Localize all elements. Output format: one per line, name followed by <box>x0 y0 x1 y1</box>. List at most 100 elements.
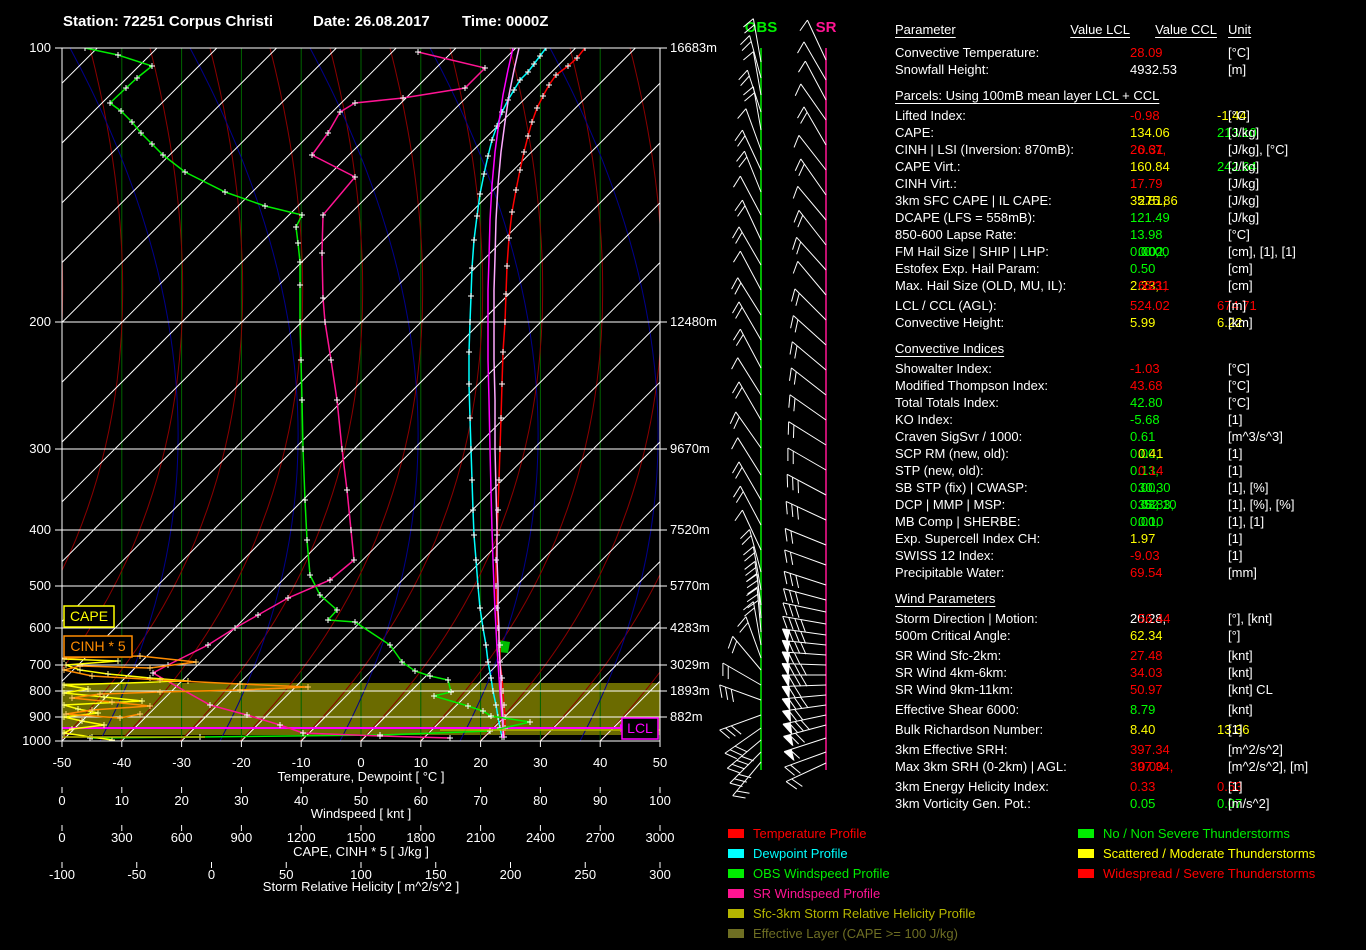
value-part: 524.02 <box>1130 298 1170 313</box>
svg-text:CAPE, CINH * 5 [ J/kg ]: CAPE, CINH * 5 [ J/kg ] <box>293 844 429 859</box>
svg-text:7520m: 7520m <box>670 522 710 537</box>
svg-text:200: 200 <box>500 867 522 882</box>
table-row: STP (new, old):0.13,0.14[1] <box>895 463 1366 480</box>
svg-text:CINH * 5: CINH * 5 <box>70 638 125 654</box>
param-label: 3km Energy Helicity Index: <box>895 779 1049 794</box>
value-part: 0.61 <box>1130 429 1155 444</box>
sr-windspeed-profile <box>150 49 488 741</box>
param-label: SB STP (fix) | CWASP: <box>895 480 1028 495</box>
unit-label: [1] <box>1228 779 1242 794</box>
svg-text:0: 0 <box>58 830 65 845</box>
param-label: Total Totals Index: <box>895 395 999 410</box>
legend-swatch <box>728 829 744 838</box>
table-row: Storm Direction | Motion:20.28,56.44[°],… <box>895 611 1366 628</box>
svg-text:4283m: 4283m <box>670 620 710 635</box>
param-label: Estofex Exp. Hail Param: <box>895 261 1040 276</box>
param-label: 3km Effective SRH: <box>895 742 1007 757</box>
cape-label: CAPE <box>64 606 114 627</box>
table-row: FM Hail Size | SHIP | LHP:0.00,0.02,0.00… <box>895 244 1366 261</box>
unit-label: [1], [%] <box>1228 480 1268 495</box>
param-label: Bulk Richardson Number: <box>895 722 1043 737</box>
value-part: 0.50 <box>1130 261 1155 276</box>
param-label: Max 3km SRH (0-2km) | AGL: <box>895 759 1067 774</box>
value-part: 0.31 <box>1138 142 1163 157</box>
svg-text:40: 40 <box>294 793 308 808</box>
param-label: STP (new, old): <box>895 463 984 478</box>
legend-label: Widespread / Severe Thunderstorms <box>1103 866 1315 881</box>
svg-text:500: 500 <box>29 578 51 593</box>
param-label: Craven SigSvr / 1000: <box>895 429 1022 444</box>
svg-text:LCL: LCL <box>627 720 653 736</box>
param-label: 3km SFC CAPE | IL CAPE: <box>895 193 1052 208</box>
svg-text:882m: 882m <box>670 709 703 724</box>
legend-swatch <box>1078 829 1094 838</box>
value-part: 34.03 <box>1130 665 1163 680</box>
table-row: SB STP (fix) | CWASP:0.00,30.30[1], [%] <box>895 480 1366 497</box>
table-row: Showalter Index:-1.03[°C] <box>895 361 1366 378</box>
sr-wind-barb-column: SR <box>782 19 837 789</box>
svg-text:1200: 1200 <box>287 830 316 845</box>
unit-label: [m^2/s^2], [m] <box>1228 759 1308 774</box>
svg-text:400: 400 <box>29 522 51 537</box>
legend-label: Scattered / Moderate Thunderstorms <box>1103 846 1315 861</box>
value-part: 27.48 <box>1130 648 1163 663</box>
svg-text:3000: 3000 <box>646 830 675 845</box>
legend-item: Dewpoint Profile <box>728 843 976 863</box>
table-row: DCAPE (LFS = 558mB):121.49[J/kg] <box>895 210 1366 227</box>
param-label: Showalter Index: <box>895 361 992 376</box>
param-label: CINH | LSI (Inversion: 870mB): <box>895 142 1074 157</box>
svg-text:CAPE: CAPE <box>70 608 108 624</box>
legend-swatch <box>1078 849 1094 858</box>
legend-label: Dewpoint Profile <box>753 846 848 861</box>
svg-text:100: 100 <box>649 793 671 808</box>
svg-text:50: 50 <box>653 755 667 770</box>
svg-text:3029m: 3029m <box>670 657 710 672</box>
value-part: 121.49 <box>1130 210 1170 225</box>
header-parameter: Parameter <box>895 22 956 37</box>
svg-text:Temperature, Dewpoint [ °C ]: Temperature, Dewpoint [ °C ] <box>277 769 444 784</box>
table-row: Snowfall Height:4932.53[m] <box>895 62 1366 79</box>
legend-swatch <box>728 869 744 878</box>
unit-label: [1] <box>1228 463 1242 478</box>
svg-text:600: 600 <box>29 620 51 635</box>
value-part: 160.84 <box>1130 159 1170 174</box>
value-part: -9.03 <box>1130 548 1160 563</box>
table-row: KO Index:-5.68[1] <box>895 412 1366 429</box>
table-row: SCP RM (new, old):0.00,0.41[1] <box>895 446 1366 463</box>
svg-text:20: 20 <box>473 755 487 770</box>
value-part: -1.03 <box>1130 361 1160 376</box>
table-row: 500m Critical Angle:62.34[°] <box>895 628 1366 645</box>
value-part: 397.34 <box>1130 742 1170 757</box>
unit-label: [J/kg] <box>1228 210 1259 225</box>
param-label: MB Comp | SHERBE: <box>895 514 1020 529</box>
table-row: Craven SigSvr / 1000:0.61[m^3/s^3] <box>895 429 1366 446</box>
param-label: Convective Height: <box>895 315 1004 330</box>
unit-label: [°], [knt] <box>1228 611 1272 626</box>
legend-item: No / Non Severe Thunderstorms <box>1078 823 1315 843</box>
param-label: Precipitable Water: <box>895 565 1004 580</box>
table-row: 3km Energy Helicity Index:0.330.53[1] <box>895 779 1366 796</box>
value-part: 0.10 <box>1138 514 1163 529</box>
table-row: 850-600 Lapse Rate:13.98[°C] <box>895 227 1366 244</box>
table-row: SR Wind Sfc-2km:27.48[knt] <box>895 648 1366 665</box>
svg-text:1893m: 1893m <box>670 683 710 698</box>
value-part: 50.97 <box>1130 682 1163 697</box>
unit-label: [1] <box>1228 412 1242 427</box>
legend-item: Effective Layer (CAPE >= 100 J/kg) <box>728 923 976 943</box>
param-label: SR Wind 4km-6km: <box>895 665 1007 680</box>
value-part: -5.68 <box>1130 412 1160 427</box>
table-row: Lifted Index:-0.98-1.44[°C] <box>895 108 1366 125</box>
svg-text:-30: -30 <box>172 755 191 770</box>
value-part: 6.31 <box>1144 278 1169 293</box>
param-label: SCP RM (new, old): <box>895 446 1009 461</box>
table-section-title: Wind Parameters <box>895 591 1366 608</box>
value-part: 134.06 <box>1130 125 1170 140</box>
date-title: Date: 26.08.2017 <box>313 13 430 30</box>
svg-text:0: 0 <box>208 867 215 882</box>
table-row: Bulk Richardson Number:8.4013.36[1] <box>895 722 1366 739</box>
table-row: CINH Virt.:17.79[J/kg] <box>895 176 1366 193</box>
value-part: 52.10 <box>1144 497 1177 512</box>
svg-text:700: 700 <box>29 657 51 672</box>
legend-swatch <box>728 929 744 938</box>
svg-text:-50: -50 <box>53 755 72 770</box>
